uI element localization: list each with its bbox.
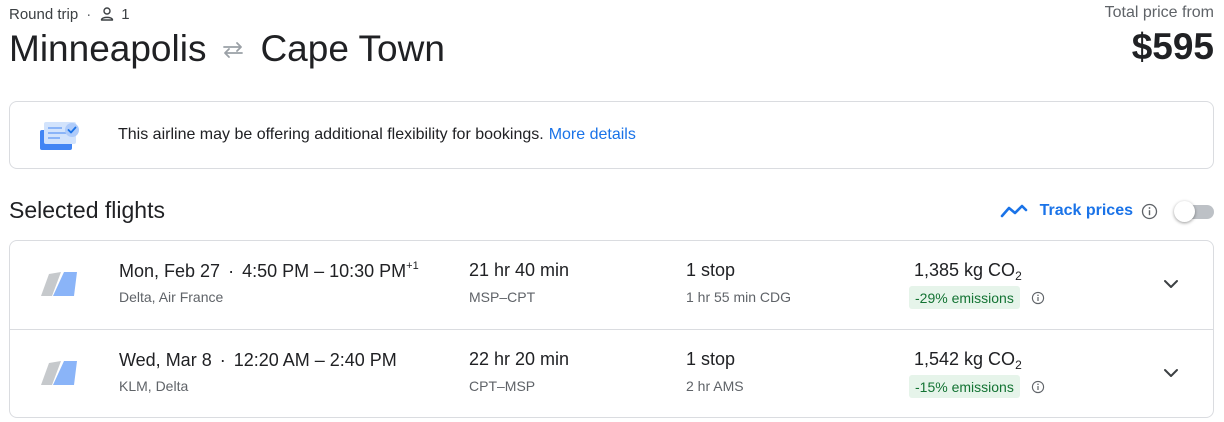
separator-dot: ·	[86, 5, 92, 23]
chevron-down-icon[interactable]	[1161, 363, 1181, 383]
person-icon	[101, 7, 114, 21]
notice-text: This airline may be offering additional …	[118, 126, 544, 143]
airline-logo-icon	[41, 361, 77, 385]
stop-count: 1 stop	[686, 260, 736, 280]
destination-city: Cape Town	[260, 28, 445, 69]
flight-duration: 21 hr 40 min	[469, 260, 570, 280]
separator-dot: ·	[219, 350, 226, 370]
co2-amount: 1,385 kg CO2	[914, 260, 1022, 283]
day-offset: +1	[406, 260, 419, 272]
flight-row[interactable]: Wed, Mar 8 · 12:20 AM – 2:40 PM KLM, Delta…	[10, 329, 1213, 417]
time-range: 4:50 PM – 10:30 PM	[242, 261, 407, 281]
emissions-info-icon[interactable]	[1031, 380, 1045, 394]
more-details-link[interactable]: More details	[549, 126, 636, 144]
flight-times: Wed, Mar 8 · 12:20 AM – 2:40 PM	[119, 349, 397, 371]
carriers: KLM, Delta	[119, 378, 189, 394]
swap-arrows-icon	[223, 42, 244, 58]
co2-subscript: 2	[1015, 358, 1022, 372]
flight-times: Mon, Feb 27 · 4:50 PM – 10:30 PM+1	[119, 260, 419, 282]
co2-value: 1,542 kg CO	[914, 349, 1016, 369]
trend-line-icon	[1000, 204, 1027, 218]
section-title: Selected flights	[9, 197, 165, 223]
stop-count: 1 stop	[686, 349, 736, 369]
time-range: 12:20 AM – 2:40 PM	[233, 350, 397, 370]
co2-value: 1,385 kg CO	[914, 260, 1016, 280]
separator-dot: ·	[228, 261, 235, 281]
chevron-down-icon[interactable]	[1161, 274, 1181, 294]
emissions-badge: -29% emissions	[909, 286, 1020, 309]
airline-logo-icon	[41, 272, 77, 296]
flight-date: Mon, Feb 27	[119, 261, 221, 281]
emissions-badge: -15% emissions	[909, 375, 1020, 398]
price-label: Total price from	[1104, 4, 1214, 21]
layover-info: 2 hr AMS	[686, 378, 744, 394]
route-title: Minneapolis Cape Town	[9, 26, 445, 72]
flight-duration: 22 hr 20 min	[469, 349, 570, 369]
flight-row[interactable]: Mon, Feb 27 · 4:50 PM – 10:30 PM+1 Delta, …	[10, 241, 1213, 329]
flight-date: Wed, Mar 8	[119, 350, 212, 370]
airport-codes: CPT–MSP	[469, 378, 536, 394]
selected-flights-list: Mon, Feb 27 · 4:50 PM – 10:30 PM+1 Delta, …	[9, 240, 1214, 418]
origin-city: Minneapolis	[9, 28, 207, 69]
track-prices-label[interactable]: Track prices	[1040, 202, 1133, 220]
passenger-count[interactable]: 1	[121, 6, 129, 23]
trip-type[interactable]: Round trip	[9, 6, 78, 23]
trip-summary: Round trip · 1	[9, 4, 130, 24]
flexible-booking-icon	[40, 122, 79, 150]
track-prices-toggle[interactable]	[1174, 200, 1214, 222]
carriers: Delta, Air France	[119, 289, 224, 305]
track-prices: Track prices	[1000, 198, 1214, 224]
co2-amount: 1,542 kg CO2	[914, 349, 1022, 372]
total-price: $595	[1131, 26, 1214, 67]
toggle-knob	[1174, 201, 1195, 222]
co2-subscript: 2	[1015, 269, 1022, 283]
flexibility-notice: This airline may be offering additional …	[9, 101, 1214, 169]
info-icon[interactable]	[1141, 203, 1158, 220]
airport-codes: MSP–CPT	[469, 289, 536, 305]
emissions-info-icon[interactable]	[1031, 291, 1045, 305]
layover-info: 1 hr 55 min CDG	[686, 289, 792, 305]
